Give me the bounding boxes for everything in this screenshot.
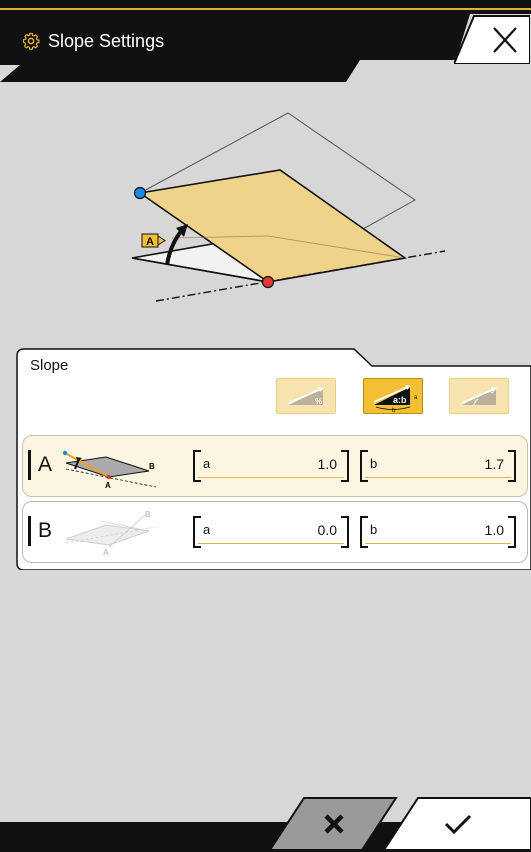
field-value: 1.0 xyxy=(317,456,337,472)
header-title-group: Slope Settings xyxy=(22,28,164,54)
row-selection-marker xyxy=(28,450,31,480)
svg-text:B: B xyxy=(145,510,151,519)
slope-row-b[interactable]: B B A a 0.0 b 1.0 xyxy=(22,501,528,563)
ratio-mode-button[interactable]: a:b a b xyxy=(363,378,423,414)
svg-text:b: b xyxy=(392,408,396,413)
angle-a-label: A xyxy=(141,233,166,248)
field-value: 1.7 xyxy=(484,456,504,472)
slope-illustration: A xyxy=(131,112,446,302)
close-button[interactable] xyxy=(452,14,531,65)
header-bar: Slope Settings xyxy=(0,0,531,82)
field-label: a xyxy=(203,522,211,537)
slope-panel-title: Slope xyxy=(30,357,69,374)
percent-mode-button[interactable]: % xyxy=(276,378,336,414)
slope-a-thumbnail: B A xyxy=(62,450,157,490)
row-b-b-field[interactable]: b 1.0 xyxy=(360,516,516,548)
field-value: 0.0 xyxy=(317,522,337,538)
field-label: a xyxy=(203,456,211,471)
svg-text:B: B xyxy=(149,462,155,471)
svg-text:A: A xyxy=(146,236,154,248)
svg-text:%: % xyxy=(315,397,322,406)
footer-bar xyxy=(0,796,531,852)
ratio-slope-icon: a:b a b xyxy=(373,385,418,413)
slope-b-thumbnail: B A xyxy=(65,510,157,557)
row-letter: B xyxy=(38,519,53,542)
row-a-a-field[interactable]: a 1.0 xyxy=(193,450,349,482)
field-value: 1.0 xyxy=(484,522,504,538)
point-blue xyxy=(133,186,147,200)
percent-slope-icon: % xyxy=(288,387,324,406)
field-label: b xyxy=(370,522,378,537)
ok-button[interactable] xyxy=(384,796,531,852)
svg-text:a: a xyxy=(414,395,418,401)
svg-text:a:b: a:b xyxy=(393,395,407,405)
svg-text:°: ° xyxy=(490,389,494,400)
page-title: Slope Settings xyxy=(48,30,165,51)
point-red xyxy=(261,275,275,289)
svg-text:A: A xyxy=(105,481,111,490)
row-marker xyxy=(28,516,31,546)
degree-slope-icon: ° xyxy=(461,387,497,406)
svg-text:A: A xyxy=(103,548,109,557)
slope-panel: Slope % a:b a b ° A B A a 1.0 b 1.7 B B … xyxy=(16,348,531,570)
slope-row-a[interactable]: A B A a 1.0 b 1.7 xyxy=(22,435,528,497)
row-letter: A xyxy=(38,453,53,476)
cancel-button[interactable] xyxy=(270,796,398,852)
field-label: b xyxy=(370,456,378,471)
row-b-a-field[interactable]: a 0.0 xyxy=(193,516,349,548)
row-a-b-field[interactable]: b 1.7 xyxy=(360,450,516,482)
degree-mode-button[interactable]: ° xyxy=(449,378,509,414)
gear-icon xyxy=(22,32,40,50)
